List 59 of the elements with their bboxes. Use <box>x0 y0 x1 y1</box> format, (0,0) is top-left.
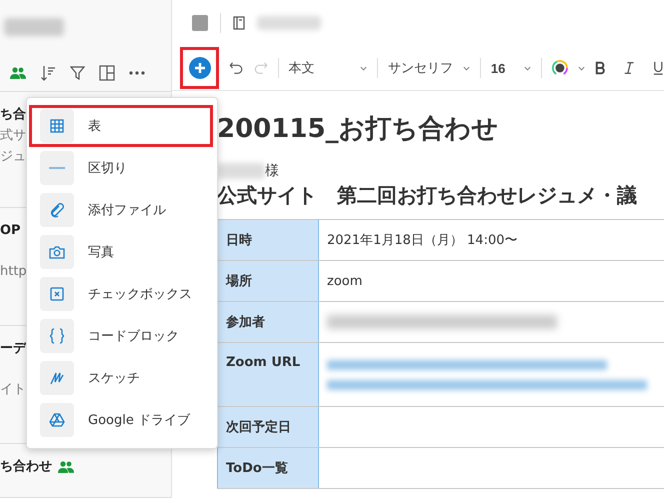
row-label: ToDo一覧 <box>218 448 318 488</box>
row-label: 日時 <box>218 220 318 260</box>
heading: 公式サイト 第二回お打ち合わせレジュメ・議 <box>217 182 638 209</box>
note-snippet: 式サ <box>0 127 27 144</box>
paragraph-style-dropdown[interactable]: 本文 <box>288 59 350 77</box>
squiggle-icon <box>49 370 65 386</box>
paperclip-icon <box>49 202 65 218</box>
note-snippet: イト <box>0 381 27 398</box>
color-wheel-icon[interactable] <box>552 59 568 77</box>
menu-item[interactable]: 写真 <box>29 231 213 273</box>
menu-item[interactable]: コードブロック <box>29 315 213 357</box>
filter-icon[interactable] <box>70 64 85 81</box>
checkbox-icon <box>50 287 64 301</box>
redacted-title <box>4 18 64 36</box>
note-title: 200115_お打ち合わせ <box>217 113 500 146</box>
note-title[interactable]: OP <box>0 222 21 240</box>
caret-icon <box>524 66 531 70</box>
sort-icon[interactable] <box>40 64 56 81</box>
note-title[interactable]: ち合 <box>0 106 26 124</box>
bold-icon[interactable] <box>594 61 606 75</box>
layout-icon[interactable] <box>99 64 115 81</box>
row-label: 次回予定日 <box>218 406 318 448</box>
grid-icon <box>50 119 64 133</box>
table-cell: zoom <box>318 260 664 302</box>
menu-item[interactable]: 区切り <box>29 147 213 189</box>
shared-icon[interactable] <box>10 66 26 79</box>
people-icon <box>10 66 26 79</box>
menu-item[interactable]: 添付ファイル <box>29 189 213 231</box>
font-size-dropdown[interactable]: 16 <box>490 60 514 76</box>
note-snippet: http <box>0 263 28 280</box>
caret-icon <box>360 66 368 70</box>
caret-icon <box>578 66 585 70</box>
more-icon[interactable] <box>129 70 145 75</box>
insert-button[interactable] <box>180 47 220 89</box>
note-title[interactable]: ーデ <box>0 340 26 358</box>
row-label: 場所 <box>218 260 318 302</box>
shared-icon <box>58 460 74 473</box>
camera-icon <box>49 245 65 259</box>
row-label: 参加者 <box>218 302 318 342</box>
plus-icon <box>188 57 211 79</box>
row-label: Zoom URL <box>218 342 318 406</box>
menu-item[interactable]: 表 <box>29 105 213 147</box>
caret-icon <box>462 66 470 70</box>
note-snippet: ジュ <box>0 148 27 166</box>
line-icon <box>49 167 65 169</box>
redacted-notebook <box>257 16 321 30</box>
font-dropdown[interactable]: サンセリフ <box>388 59 453 77</box>
braces-icon <box>49 328 65 344</box>
note-title[interactable]: ち合わせ <box>0 458 52 476</box>
undo-icon[interactable] <box>229 60 244 76</box>
triangle-icon <box>49 413 65 427</box>
menu-item[interactable]: Google ドライブ <box>29 399 213 441</box>
underline-icon[interactable] <box>653 60 664 76</box>
table-cell: 2021年1月18日（月） 14:00〜 <box>318 220 664 260</box>
menu-item[interactable]: チェックボックス <box>29 273 213 315</box>
honorific: 様 <box>265 162 279 180</box>
italic-icon[interactable] <box>623 61 636 75</box>
menu-item[interactable]: スケッチ <box>29 357 213 399</box>
notebook-icon[interactable] <box>233 16 245 30</box>
